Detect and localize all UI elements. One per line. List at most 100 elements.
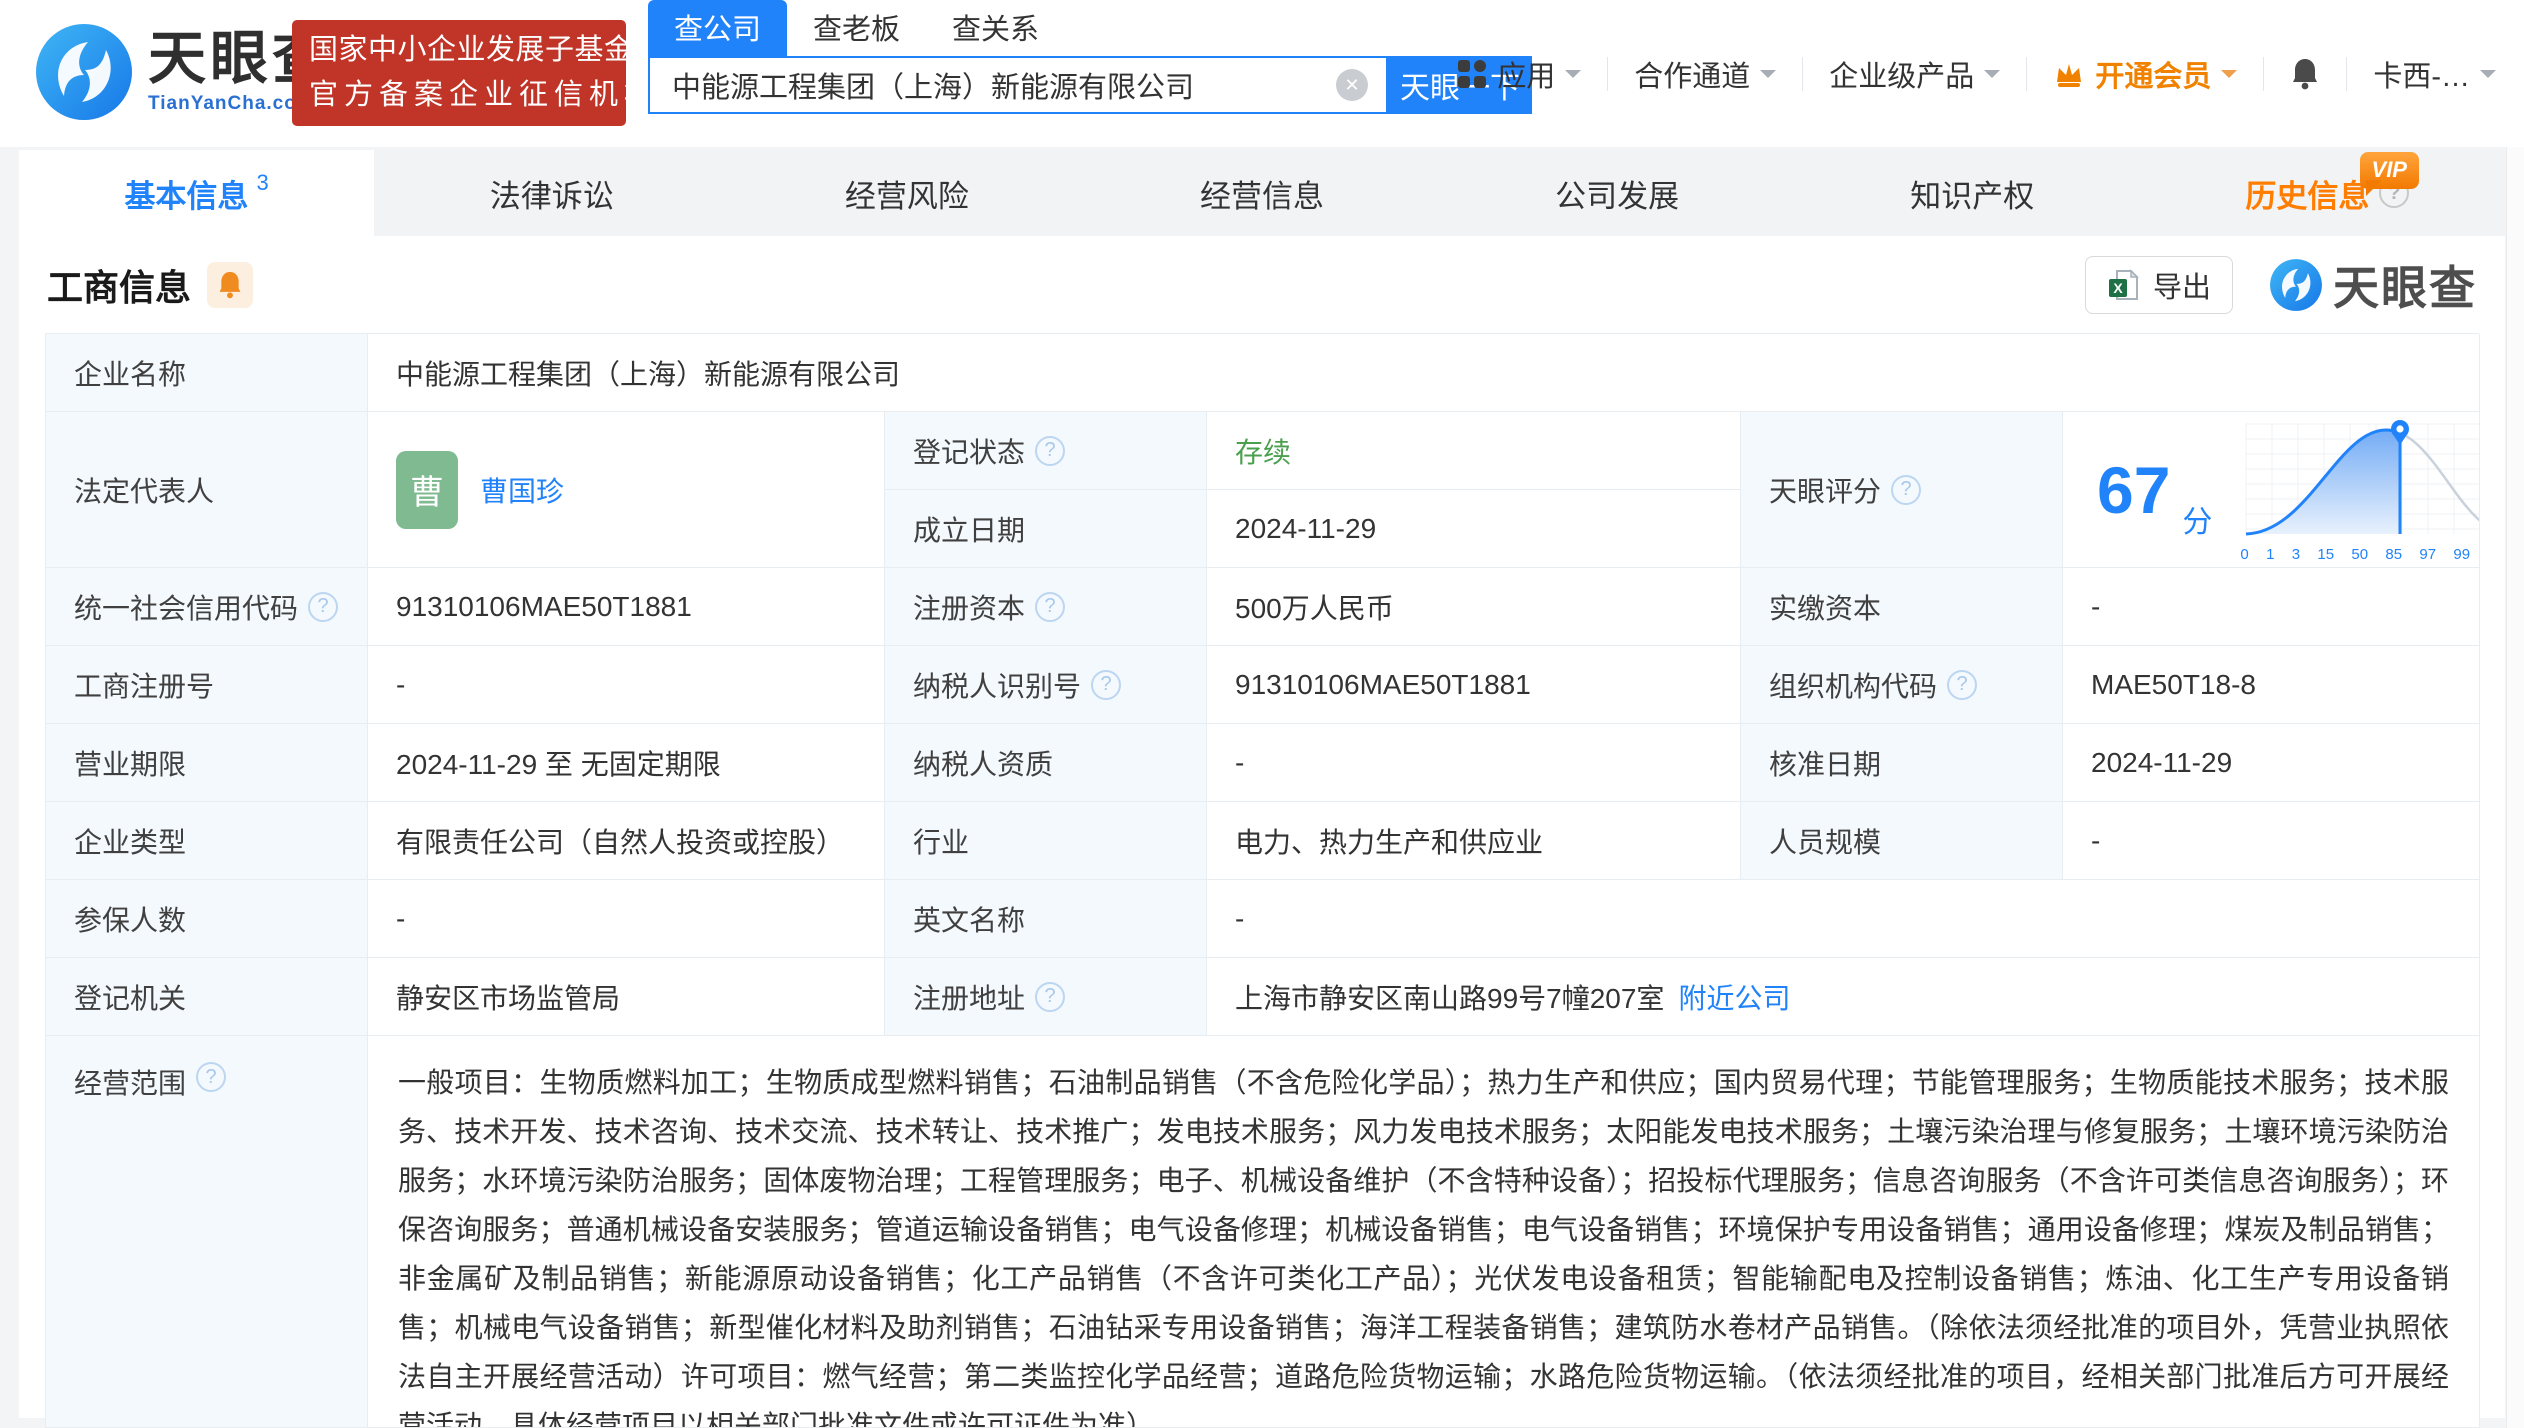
field-label: 成立日期 (885, 490, 1207, 568)
top-nav: 应用 合作通道 企业级产品 开通会员 (1457, 0, 2496, 147)
logo-swirl-icon (2269, 258, 2323, 312)
chevron-down-icon (2221, 70, 2237, 86)
field-label: 核准日期 (1741, 724, 2063, 802)
search-box (648, 56, 1388, 114)
tab-company-development[interactable]: 公司发展 (1440, 150, 1795, 236)
field-label: 组织机构代码 (1741, 646, 2063, 724)
field-label: 企业类型 (46, 802, 368, 880)
help-icon[interactable] (196, 1062, 226, 1092)
reg-capital-value: 500万人民币 (1207, 568, 1741, 646)
search-area: 查公司 查老板 查关系 天眼一下 (648, 10, 1532, 114)
reg-address-value: 上海市静安区南山路99号7幢207室 附近公司 (1207, 958, 2480, 1036)
vip-badge: VIP (2360, 152, 2419, 189)
chevron-down-icon (2480, 70, 2496, 86)
field-label: 登记状态 (885, 412, 1207, 490)
chevron-down-icon (1760, 70, 1776, 86)
crown-icon (2053, 59, 2085, 89)
svg-text:X: X (2113, 280, 2123, 296)
notifications-bell[interactable] (2290, 57, 2320, 90)
certification-badge: 国家中小企业发展子基金旗下 官方备案企业征信机构 (292, 20, 626, 126)
cert-line2: 官方备案企业征信机构 (309, 73, 609, 118)
tab-basic-info[interactable]: 基本信息 3 (19, 150, 374, 236)
help-icon[interactable] (1035, 592, 1065, 622)
nav-vip-label: 开通会员 (2095, 53, 2211, 95)
avatar[interactable]: 曹 (396, 451, 458, 529)
legal-rep-link[interactable]: 曹国珍 (480, 470, 564, 510)
reg-status-value: 存续 (1207, 412, 1741, 490)
field-label: 参保人数 (46, 880, 368, 958)
user-menu[interactable]: 卡西-… (2373, 53, 2496, 95)
divider (2263, 57, 2264, 91)
export-button[interactable]: X 导出 (2085, 256, 2233, 314)
nearby-companies-link[interactable]: 附近公司 (1678, 977, 1790, 1017)
divider (1802, 57, 1803, 91)
field-label: 天眼评分 (1741, 412, 2063, 568)
field-label: 实缴资本 (1741, 568, 2063, 646)
tab-label: 公司发展 (1555, 171, 1679, 216)
score-unit: 分 (2182, 497, 2212, 541)
credit-code-value: 91310106MAE50T1881 (368, 568, 885, 646)
score-distribution-chart: 01 315 5085 9799 100 (2238, 416, 2480, 563)
english-name-value: - (1207, 880, 2480, 958)
nav-cooperation[interactable]: 合作通道 (1634, 53, 1776, 95)
nav-apps-label: 应用 (1497, 53, 1555, 95)
search-tab-boss[interactable]: 查老板 (787, 0, 926, 56)
monitor-bell-button[interactable] (207, 262, 253, 308)
tab-label: 经营信息 (1200, 171, 1324, 216)
business-info-table: 企业名称 中能源工程集团（上海）新能源有限公司 法定代表人 曹 曹国珍 登记状态… (45, 333, 2479, 1428)
tab-count-badge: 3 (256, 170, 268, 196)
field-label: 登记机关 (46, 958, 368, 1036)
field-label: 行业 (885, 802, 1207, 880)
search-tab-company[interactable]: 查公司 (648, 0, 787, 56)
taxpayer-id-value: 91310106MAE50T1881 (1207, 646, 1741, 724)
nav-cooperation-label: 合作通道 (1634, 53, 1750, 95)
help-icon[interactable] (308, 592, 338, 622)
tab-operation-risk[interactable]: 经营风险 (729, 150, 1084, 236)
score-value: 67 (2097, 457, 2170, 523)
tab-label: 历史信息 (2245, 171, 2369, 216)
nav-open-vip[interactable]: 开通会员 (2053, 53, 2237, 95)
tab-history-info[interactable]: 历史信息 VIP (2150, 150, 2505, 236)
taxpayer-quality-value: - (1207, 724, 1741, 802)
tab-legal-litigation[interactable]: 法律诉讼 (374, 150, 729, 236)
tab-label: 知识产权 (1910, 171, 2034, 216)
help-icon[interactable] (1035, 982, 1065, 1012)
logo-swirl-icon (34, 22, 134, 122)
tab-business-info[interactable]: 经营信息 (1084, 150, 1439, 236)
divider (2026, 57, 2027, 91)
establish-date-value: 2024-11-29 (1207, 490, 1741, 568)
divider (2346, 57, 2347, 91)
search-tabs: 查公司 查老板 查关系 (648, 10, 1532, 56)
approval-date-value: 2024-11-29 (2063, 724, 2480, 802)
help-icon[interactable] (1091, 670, 1121, 700)
tab-label: 经营风险 (845, 171, 969, 216)
business-scope-value: 一般项目：生物质燃料加工；生物质成型燃料销售；石油制品销售（不含危险化学品）；热… (368, 1036, 2480, 1428)
search-input[interactable] (650, 58, 1386, 112)
reg-authority-value: 静安区市场监管局 (368, 958, 885, 1036)
bell-icon (217, 270, 243, 299)
section-header: 工商信息 X 导出 (19, 236, 2505, 333)
nav-apps[interactable]: 应用 (1457, 53, 1581, 95)
nav-enterprise-products[interactable]: 企业级产品 (1829, 53, 2000, 95)
field-label: 英文名称 (885, 880, 1207, 958)
tab-intellectual-property[interactable]: 知识产权 (1795, 150, 2150, 236)
field-label: 工商注册号 (46, 646, 368, 724)
field-label: 纳税人识别号 (885, 646, 1207, 724)
section-title: 工商信息 (47, 259, 191, 311)
legal-rep-value: 曹 曹国珍 (368, 412, 885, 568)
org-code-value: MAE50T18-8 (2063, 646, 2480, 724)
field-label: 统一社会信用代码 (46, 568, 368, 646)
help-icon[interactable] (1947, 670, 1977, 700)
tianyancha-logo[interactable]: 天眼查 TianYanCha.com (34, 22, 334, 122)
help-icon[interactable] (1035, 436, 1065, 466)
clear-search-icon[interactable] (1336, 69, 1368, 101)
content-card: 工商信息 X 导出 (19, 236, 2505, 1418)
paid-capital-value: - (2063, 568, 2480, 646)
chevron-down-icon (1984, 70, 2000, 86)
search-tab-relation[interactable]: 查关系 (926, 0, 1065, 56)
tab-label: 基本信息 (124, 171, 248, 216)
scrollbar[interactable] (2506, 147, 2524, 1428)
tianyan-score: 67 分 (2063, 412, 2480, 568)
help-icon[interactable] (1891, 475, 1921, 505)
field-label: 经营范围 (46, 1036, 368, 1428)
